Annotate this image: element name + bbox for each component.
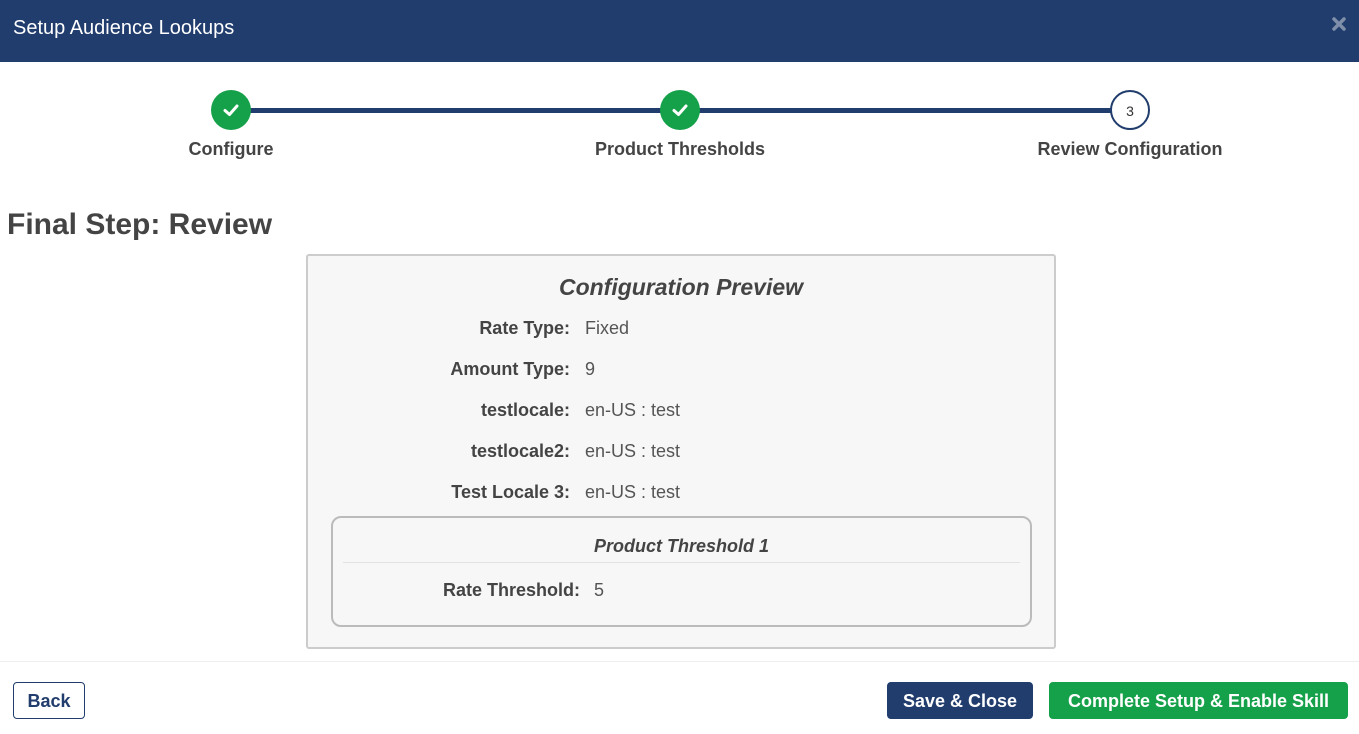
step-label-product-thresholds[interactable]: Product Thresholds <box>595 139 765 160</box>
close-icon[interactable] <box>1329 14 1349 34</box>
preview-row-test-locale-3: Test Locale 3: en-US : test <box>308 482 1054 506</box>
preview-row-value: Fixed <box>585 318 630 338</box>
step-configure-check-icon[interactable] <box>211 90 251 130</box>
configuration-preview-panel: Configuration Preview Rate Type: Fixed A… <box>306 254 1056 649</box>
modal-title: Setup Audience Lookups <box>13 17 235 39</box>
step-label-review-configuration: Review Configuration <box>1037 139 1223 159</box>
preview-row-testlocale2: testlocale2: en-US : test <box>308 441 1054 465</box>
threshold-label: Rate Threshold: <box>442 580 580 600</box>
preview-row-amount-type: Amount Type: 9 <box>308 359 1054 383</box>
threshold-value: 5 <box>594 580 605 600</box>
preview-row-value: en-US : test <box>585 400 681 420</box>
preview-row-value: en-US : test <box>585 441 681 461</box>
modal-header: Setup Audience Lookups <box>0 0 1359 62</box>
page-title: Final Step: Review <box>7 208 273 241</box>
preview-row-testlocale: testlocale: en-US : test <box>308 400 1054 424</box>
back-button[interactable]: Back <box>13 682 85 719</box>
save-close-button[interactable]: Save & Close <box>887 682 1033 719</box>
footer-divider <box>0 661 1359 662</box>
preview-row-label: testlocale: <box>480 400 570 420</box>
preview-row-label: testlocale2: <box>470 441 570 461</box>
preview-title: Configuration Preview <box>558 274 804 300</box>
product-threshold-panel: Product Threshold 1 Rate Threshold: 5 <box>331 516 1032 627</box>
preview-row-label: Rate Type: <box>479 318 570 338</box>
complete-setup-button[interactable]: Complete Setup & Enable Skill <box>1049 682 1348 719</box>
preview-row-label: Amount Type: <box>450 359 570 379</box>
preview-row-value: en-US : test <box>585 482 681 502</box>
preview-row-label: Test Locale 3: <box>451 482 570 502</box>
threshold-title: Product Threshold 1 <box>593 536 770 556</box>
step-thresholds-check-icon[interactable] <box>660 90 700 130</box>
threshold-divider <box>343 562 1020 563</box>
preview-row-rate-type: Rate Type: Fixed <box>308 318 1054 342</box>
step-label-configure[interactable]: Configure <box>189 139 274 160</box>
step-review-number: 3 <box>1110 90 1150 130</box>
preview-row-value: 9 <box>585 359 596 379</box>
